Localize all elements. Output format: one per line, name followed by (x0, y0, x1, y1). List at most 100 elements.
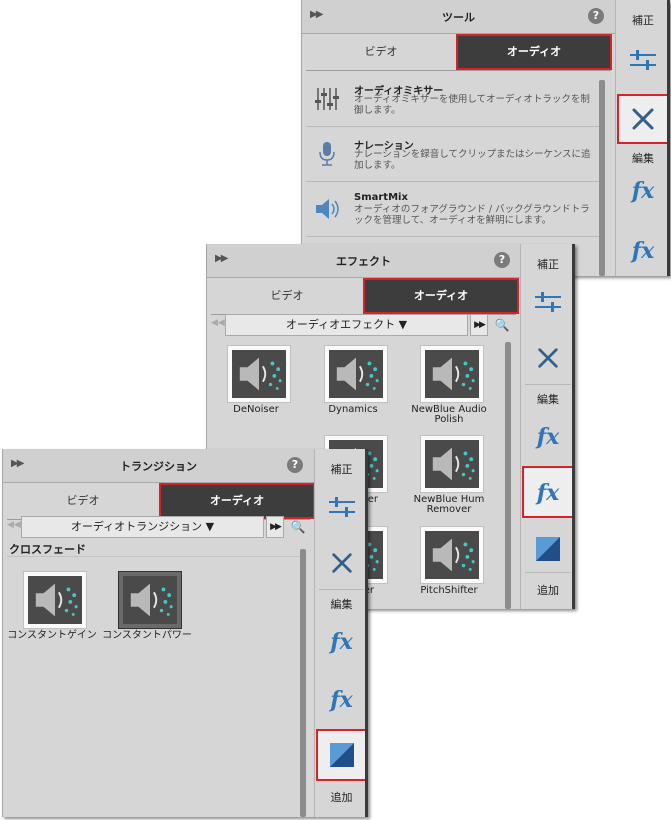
microphone-icon (319, 142, 335, 166)
transitions-main: ▶▶ トランジション ? ビデオ オーディオ ◀◀ オーディオトランジション ▼… (2, 449, 315, 817)
fx-icon[interactable]: fx (315, 687, 368, 713)
tool-desc: ナレーションを録音してクリップまたはシーケンスに追加します。 (354, 149, 591, 171)
sliders-icon (535, 292, 561, 312)
transitions-panel: ▶▶ トランジション ? ビデオ オーディオ ◀◀ オーディオトランジション ▼… (2, 449, 368, 817)
fx-edit-icon[interactable]: fx (521, 424, 575, 450)
speaker-icon (425, 350, 479, 398)
fx-edit-icon[interactable]: fx (315, 629, 368, 655)
effect-thumbnail (420, 435, 484, 493)
tools-button[interactable] (320, 541, 364, 585)
edit-label: 編集 (632, 152, 654, 165)
effect-tile[interactable]: NewBlue Audio Polish (404, 345, 494, 433)
transitions-tabs: ビデオ オーディオ (7, 483, 315, 520)
tool-item-smartmix[interactable]: SmartMix オーディオのフォアグラウンド / バックグラウンドトラックを管… (306, 182, 599, 237)
effect-tile[interactable]: PitchShifter (404, 526, 494, 614)
tools-icon (632, 108, 654, 130)
transitions-titlebar: ▶▶ トランジション ? (3, 449, 314, 483)
tab-video[interactable]: ビデオ (306, 34, 456, 70)
panel-title: トランジション (120, 460, 197, 473)
panel-edge (365, 449, 368, 817)
effect-thumbnail (324, 345, 388, 403)
effects-sidebar: 補正 編集 fx fx 追加 (520, 244, 575, 609)
tools-tabs: ビデオ オーディオ (306, 34, 612, 71)
fx-edit-icon[interactable]: fx (616, 178, 670, 204)
speaker-icon (425, 440, 479, 488)
transition-icon (536, 537, 560, 561)
transitions-dropdown[interactable]: オーディオトランジション ▼ (21, 516, 264, 538)
tab-video[interactable]: ビデオ (7, 483, 159, 519)
divider (525, 384, 571, 385)
speaker-icon (232, 350, 286, 398)
forward-icon[interactable]: ▶▶ (266, 516, 284, 538)
effect-thumbnail (420, 345, 484, 403)
tab-audio[interactable]: オーディオ (456, 34, 612, 70)
speaker-icon (28, 576, 82, 624)
speaker-glyph (432, 357, 475, 391)
effect-label: PitchShifter (420, 585, 478, 596)
tools-main: ▶▶ ツール ? ビデオ オーディオ オーディオミキサー オーディオミキサーを使… (301, 0, 615, 276)
effect-tile[interactable]: NewBlue Hum Remover (404, 435, 494, 523)
transition-tile[interactable]: コンスタントパワー (102, 571, 192, 659)
speaker-icon (123, 576, 177, 624)
back-icon[interactable]: ◀◀ (7, 520, 21, 530)
adjust-button[interactable] (320, 485, 364, 529)
effects-tabs: ビデオ オーディオ (211, 278, 519, 315)
help-icon[interactable]: ? (287, 457, 303, 473)
tools-button[interactable] (617, 94, 669, 144)
transition-tile[interactable]: コンスタントゲイン (7, 571, 97, 659)
divider (525, 572, 571, 573)
transition-thumbnail (23, 571, 87, 629)
panel-title: ツール (442, 11, 475, 24)
help-icon[interactable]: ? (494, 252, 510, 268)
adjust-button[interactable] (526, 280, 570, 324)
speaker-icon (425, 531, 479, 579)
scrollbar[interactable] (505, 342, 511, 609)
transition-icon (329, 743, 354, 767)
tools-panel: ▶▶ ツール ? ビデオ オーディオ オーディオミキサー オーディオミキサーを使… (301, 0, 670, 276)
tools-button[interactable] (526, 336, 570, 380)
speaker-glyph (336, 357, 379, 391)
tab-audio[interactable]: オーディオ (363, 278, 519, 314)
section-header: クロスフェード (9, 543, 86, 556)
transitions-button[interactable] (315, 729, 368, 781)
adjust-label: 補正 (537, 258, 559, 271)
effects-titlebar: ▶▶ エフェクト ? (207, 244, 520, 278)
search-icon[interactable]: 🔍 (288, 516, 308, 538)
add-label: 追加 (330, 791, 353, 804)
transition-label: コンスタントゲイン (7, 630, 97, 641)
effect-tile[interactable]: DeNoiser (211, 345, 301, 433)
transition-thumbnail (118, 571, 182, 629)
scrollbar[interactable] (300, 549, 306, 817)
effects-button[interactable]: fx (522, 466, 574, 518)
transitions-button[interactable] (526, 527, 570, 571)
sliders-icon (630, 50, 656, 70)
tab-audio[interactable]: オーディオ (159, 483, 315, 519)
tab-video[interactable]: ビデオ (211, 278, 363, 314)
search-icon[interactable]: 🔍 (492, 314, 512, 336)
tools-icon (331, 553, 352, 573)
speaker-glyph (432, 447, 475, 481)
effect-label: NewBlue Audio Polish (411, 404, 487, 425)
tool-item-audio-mixer[interactable]: オーディオミキサー オーディオミキサーを使用してオーディオトラックを制御します。 (306, 72, 599, 127)
sliders-icon (328, 497, 355, 517)
transitions-dropdown-bar: ◀◀ オーディオトランジション ▼ ▶▶ 🔍 (7, 516, 310, 538)
panel-edge (667, 0, 670, 276)
tool-item-narration[interactable]: ナレーション ナレーションを録音してクリップまたはシーケンスに追加します。 (306, 127, 599, 182)
adjust-label: 補正 (330, 463, 353, 476)
fx-icon: fx (536, 480, 560, 506)
forward-icon[interactable]: ▶▶ (470, 314, 488, 336)
scrollbar[interactable] (599, 80, 605, 276)
adjust-button[interactable] (621, 38, 665, 82)
effects-dropdown[interactable]: オーディオエフェクト ▼ (225, 314, 468, 336)
effect-label: NewBlue Hum Remover (413, 494, 485, 515)
back-icon[interactable]: ◀◀ (211, 318, 225, 328)
tool-desc: オーディオのフォアグラウンド / バックグラウンドトラックを管理して、オーディオ… (354, 204, 590, 226)
help-icon[interactable]: ? (588, 8, 604, 24)
effect-label: Dynamics (328, 404, 378, 415)
add-label: 追加 (537, 584, 559, 597)
effect-tile[interactable]: Dynamics (308, 345, 398, 433)
speaker-glyph (35, 583, 78, 617)
panel-edge (572, 244, 575, 609)
effects-dropdown-bar: ◀◀ オーディオエフェクト ▼ ▶▶ 🔍 (211, 314, 516, 336)
fx-icon[interactable]: fx (616, 238, 670, 264)
